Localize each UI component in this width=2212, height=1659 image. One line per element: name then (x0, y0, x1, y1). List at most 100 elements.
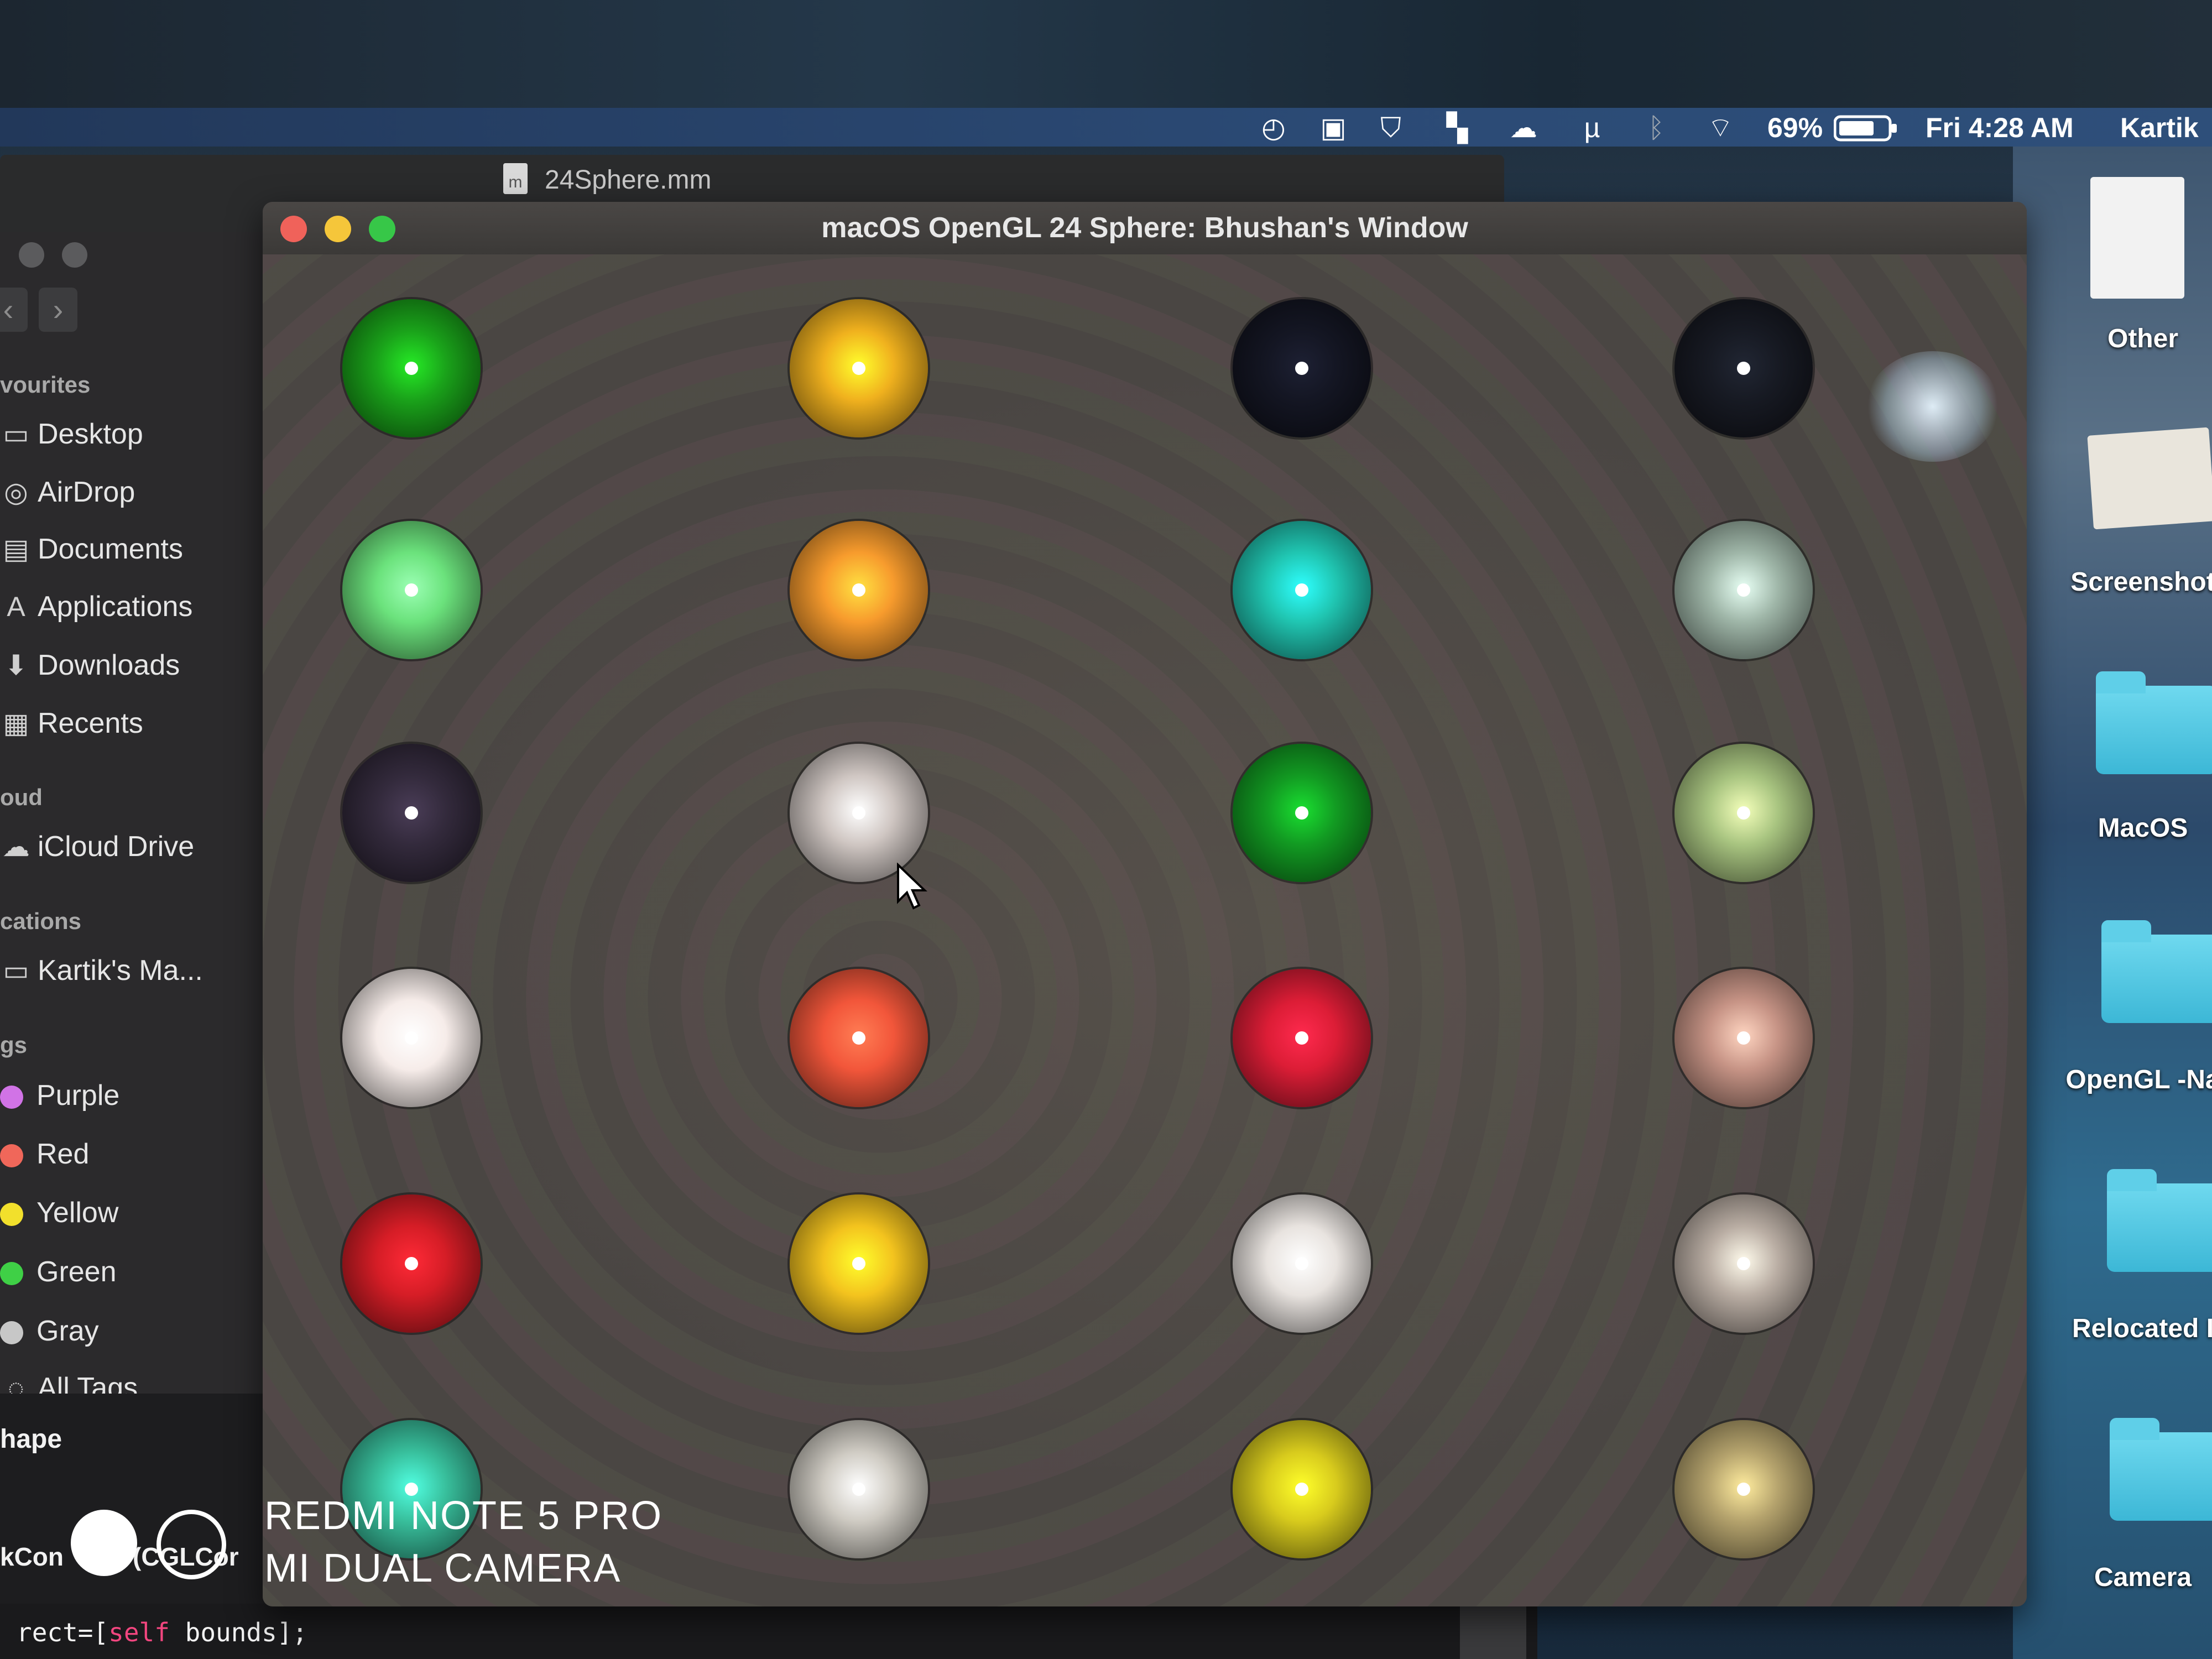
sphere (790, 1194, 928, 1333)
sphere (1674, 1194, 1813, 1333)
desktop-item-label[interactable]: Camera (2041, 1562, 2212, 1593)
code-line: hape (0, 1425, 62, 1454)
sphere (790, 969, 928, 1107)
folder-icon[interactable] (2096, 671, 2212, 774)
opengl-window: macOS OpenGL 24 Sphere: Bhushan's Window (263, 202, 2027, 1606)
sphere (790, 1420, 928, 1558)
specular-highlight (1737, 362, 1750, 375)
specular-highlight (405, 362, 418, 375)
menubar-user[interactable]: Kartik (2120, 109, 2199, 146)
battery-percent: 69% (1767, 112, 1823, 143)
sphere (342, 969, 481, 1107)
folder-icon[interactable] (2107, 1169, 2212, 1272)
specular-highlight (1295, 806, 1308, 820)
specular-highlight (1295, 1257, 1308, 1270)
sphere (1674, 521, 1813, 659)
specular-highlight (1737, 806, 1750, 820)
folder-icon[interactable] (2101, 920, 2212, 1023)
applications-icon: A (7, 591, 25, 622)
sphere (1233, 1194, 1371, 1333)
desktop-item-label[interactable]: Relocated I (2041, 1313, 2212, 1344)
sphere (1233, 521, 1371, 659)
utorrent-icon[interactable]: µ (1575, 111, 1609, 145)
sphere (1233, 299, 1371, 437)
mouse-cursor-icon (896, 862, 929, 912)
sidebar-item-desktop[interactable]: ▭ Desktop (0, 415, 265, 453)
desktop-item-label[interactable]: OpenGL -Na (2041, 1065, 2212, 1095)
file-icon: m (503, 163, 528, 194)
desktop-item-label[interactable]: MacOS (2041, 813, 2212, 843)
back-button[interactable]: ‹ (0, 288, 28, 332)
sidebar-section-favourites: vourites (0, 372, 91, 398)
sidebar-tag-gray[interactable]: Gray (0, 1312, 265, 1350)
specular-highlight (1295, 1031, 1308, 1045)
sphere (790, 521, 928, 659)
sidebar-tag-green[interactable]: Green (0, 1253, 265, 1291)
sphere (342, 521, 481, 659)
sidebar-section-locations: cations (0, 908, 82, 934)
tag-dot-icon (0, 1144, 23, 1168)
sidebar-item-applications[interactable]: A Applications (0, 587, 265, 626)
specular-highlight (852, 806, 865, 820)
shield-icon[interactable]: ⛉ (1374, 111, 1408, 145)
sphere (1674, 969, 1813, 1107)
specular-highlight (852, 583, 865, 597)
sidebar-item-documents[interactable]: ▤ Documents (0, 530, 265, 568)
sphere (1233, 744, 1371, 882)
sphere (1674, 299, 1813, 437)
layout-icon[interactable]: ▚ (1440, 111, 1474, 145)
bluetooth-icon[interactable]: ᛒ (1639, 111, 1673, 145)
opengl-canvas[interactable] (263, 254, 2027, 1606)
sidebar-item-icloud-drive[interactable]: ☁ iCloud Drive (0, 827, 265, 866)
sphere (790, 744, 928, 882)
zoom-button[interactable] (62, 242, 87, 268)
sphere (1674, 744, 1813, 882)
tags-icon: ◌ (8, 1373, 24, 1395)
sidebar-tag-red[interactable]: Red (0, 1135, 265, 1173)
specular-highlight (405, 583, 418, 597)
specular-highlight (1737, 1031, 1750, 1045)
document-icon[interactable] (2090, 177, 2184, 299)
sidebar-tag-yellow[interactable]: Yellow (0, 1193, 265, 1232)
specular-highlight (1737, 1483, 1750, 1496)
sphere (1233, 969, 1371, 1107)
folder-icon[interactable] (2110, 1418, 2212, 1521)
watermark-camera: MI DUAL CAMERA (264, 1546, 622, 1590)
sidebar-tag-purple[interactable]: Purple (0, 1076, 265, 1115)
timemachine-icon[interactable]: ◴ (1256, 111, 1291, 145)
wifi-icon[interactable]: ⌔ (1703, 111, 1738, 145)
specular-highlight (405, 806, 418, 820)
specular-highlight (852, 1483, 865, 1496)
forward-button[interactable]: › (39, 288, 77, 332)
desktop-item-label[interactable]: Other (2041, 324, 2212, 354)
minimize-button[interactable] (19, 242, 44, 268)
battery-icon[interactable] (1833, 114, 1900, 142)
sidebar-item-downloads[interactable]: ⬇ Downloads (0, 646, 265, 685)
sidebar-item-recents[interactable]: ▦ Recents (0, 704, 265, 743)
tag-dot-icon (0, 1086, 23, 1109)
specular-highlight (1295, 583, 1308, 597)
contacts-icon[interactable]: ▣ (1316, 111, 1350, 145)
menubar-clock[interactable]: Fri 4:28 AM (1926, 109, 2074, 146)
sidebar-section-icloud: oud (0, 784, 43, 810)
tag-dot-icon (0, 1321, 23, 1345)
specular-highlight (852, 1257, 865, 1270)
code-line: kCon (0, 1542, 64, 1571)
editor-tab-title[interactable]: 24Sphere.mm (545, 165, 711, 195)
screenshot-stack-icon[interactable] (2087, 427, 2212, 530)
sphere (1233, 1420, 1371, 1558)
cloud-icon[interactable]: ☁ (1506, 111, 1541, 145)
sidebar-item-airdrop[interactable]: ◎ AirDrop (0, 473, 265, 512)
specular-highlight (1295, 1483, 1308, 1496)
recents-icon: ▦ (3, 708, 29, 739)
specular-highlight (1737, 1257, 1750, 1270)
specular-highlight (405, 1031, 418, 1045)
watermark-device: REDMI NOTE 5 PRO (264, 1494, 663, 1538)
camera-logo-ring (156, 1510, 226, 1579)
sidebar-item-mac[interactable]: ▭ Kartik's Ma... (0, 951, 265, 990)
sphere (790, 299, 928, 437)
specular-highlight (852, 1031, 865, 1045)
sidebar-item-all-tags[interactable]: ◌ All Tags (0, 1369, 265, 1395)
downloads-icon: ⬇ (4, 650, 28, 681)
desktop-item-label[interactable]: Screenshot (2041, 567, 2212, 597)
